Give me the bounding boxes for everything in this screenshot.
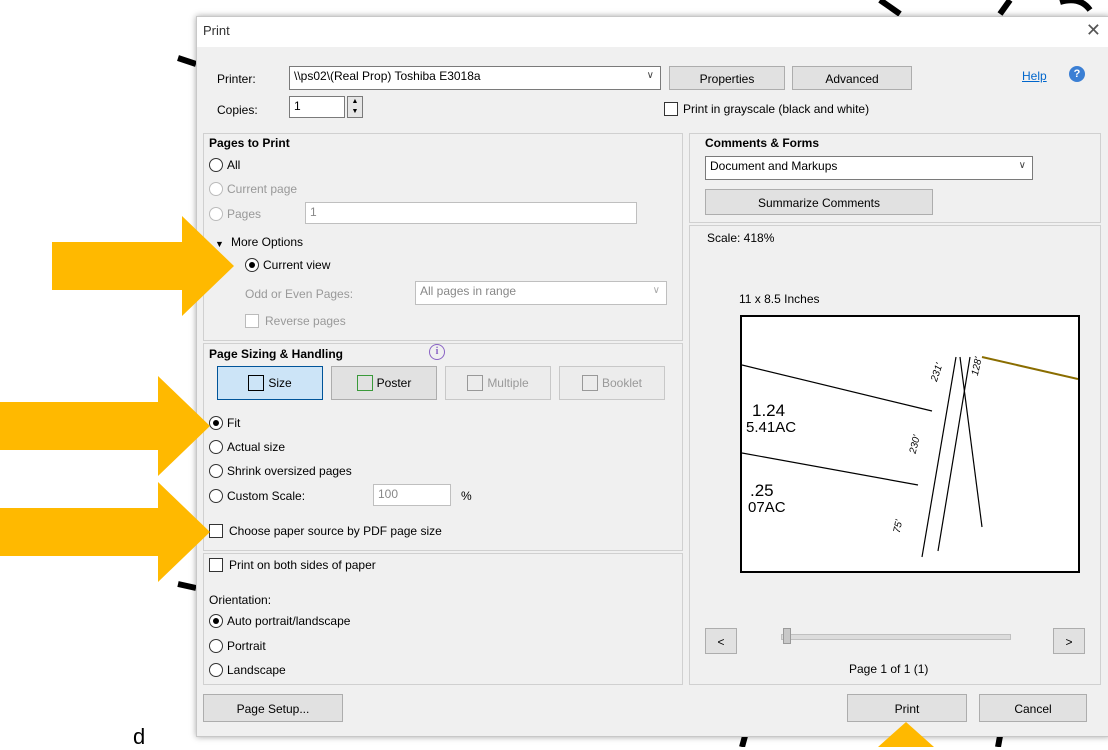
paper-source-label: Choose paper source by PDF page size: [229, 524, 442, 538]
copies-stepper[interactable]: ▲ ▼: [347, 96, 363, 118]
orientation-label: Orientation:: [209, 593, 272, 607]
landscape-radio[interactable]: [209, 663, 223, 677]
comments-value: Document and Markups: [710, 159, 838, 173]
printer-select[interactable]: \\ps02\(Real Prop) Toshiba E3018a ∨: [289, 66, 661, 90]
grayscale-checkbox[interactable]: [664, 102, 678, 116]
parcel-number-1: 1.24: [752, 401, 786, 420]
help-icon[interactable]: ?: [1069, 66, 1085, 82]
info-icon[interactable]: i: [429, 344, 445, 360]
pages-label: Pages: [227, 207, 262, 221]
summarize-comments-button[interactable]: Summarize Comments: [705, 189, 933, 215]
landscape-label: Landscape: [227, 663, 286, 677]
stray-letter: d: [133, 724, 146, 749]
close-icon[interactable]: ✕: [1086, 20, 1101, 41]
paper-source-checkbox[interactable]: [209, 524, 223, 538]
poster-tile-button[interactable]: Poster: [331, 366, 437, 400]
copies-label: Copies:: [217, 103, 258, 117]
prev-page-button[interactable]: <: [705, 628, 737, 654]
reverse-pages-label: Reverse pages: [265, 314, 346, 328]
portrait-radio[interactable]: [209, 639, 223, 653]
custom-scale-input[interactable]: 100: [373, 484, 451, 506]
next-page-button[interactable]: >: [1053, 628, 1085, 654]
properties-button[interactable]: Properties: [669, 66, 785, 90]
current-view-radio[interactable]: [245, 258, 259, 272]
poster-label: Poster: [376, 376, 412, 390]
print-preview: 1.24 5.41AC .25 07AC 231' 128' 230' 75': [740, 315, 1080, 573]
print-button[interactable]: Print: [847, 694, 967, 722]
pages-range-input[interactable]: 1: [305, 202, 637, 224]
actual-size-radio[interactable]: [209, 440, 223, 454]
current-page-label: Current page: [227, 182, 298, 196]
percent-label: %: [461, 489, 472, 503]
parcel-acreage-2: 07AC: [748, 499, 786, 516]
shrink-radio[interactable]: [209, 464, 223, 478]
booklet-label: Booklet: [601, 376, 643, 390]
booklet-icon: [581, 374, 598, 391]
duplex-label: Print on both sides of paper: [229, 558, 376, 572]
current-page-radio[interactable]: [209, 182, 223, 196]
size-label: Size: [268, 376, 292, 390]
cancel-button[interactable]: Cancel: [979, 694, 1087, 722]
comments-select[interactable]: Document and Markups ∨: [705, 156, 1033, 180]
parcel-acreage-1: 5.41AC: [746, 419, 797, 436]
print-dialog: Print ✕ Printer: \\ps02\(Real Prop) Tosh…: [196, 16, 1108, 737]
portrait-label: Portrait: [227, 639, 266, 653]
chevron-down-icon: ∨: [1018, 160, 1026, 171]
page-sizing-header: Page Sizing & Handling: [209, 347, 344, 361]
booklet-tile-button[interactable]: Booklet: [559, 366, 665, 400]
auto-orientation-label: Auto portrait/landscape: [227, 614, 351, 628]
all-label: All: [227, 158, 241, 172]
current-view-label: Current view: [263, 258, 331, 272]
advanced-button[interactable]: Advanced: [792, 66, 912, 90]
multiple-icon: [467, 374, 484, 391]
duplex-checkbox[interactable]: [209, 558, 223, 572]
all-radio[interactable]: [209, 158, 223, 172]
grayscale-label: Print in grayscale (black and white): [683, 102, 870, 116]
pages-radio[interactable]: [209, 207, 223, 221]
printer-value: \\ps02\(Real Prop) Toshiba E3018a: [294, 69, 481, 83]
custom-scale-radio[interactable]: [209, 489, 223, 503]
pages-to-print-header: Pages to Print: [209, 136, 290, 150]
odd-even-select[interactable]: All pages in range ∨: [415, 281, 667, 305]
page-setup-button[interactable]: Page Setup...: [203, 694, 343, 722]
custom-scale-label: Custom Scale:: [227, 489, 306, 503]
chevron-down-icon: ∨: [652, 285, 660, 296]
pages-range-value: 1: [310, 205, 317, 219]
reverse-pages-checkbox[interactable]: [245, 314, 259, 328]
odd-even-value: All pages in range: [420, 284, 517, 298]
paper-size-readout: 11 x 8.5 Inches: [739, 292, 820, 306]
fit-label: Fit: [227, 416, 241, 430]
odd-even-label: Odd or Even Pages:: [245, 287, 354, 301]
copies-value: 1: [294, 99, 301, 113]
copies-input[interactable]: 1: [289, 96, 345, 118]
poster-icon: [356, 374, 373, 391]
comments-header: Comments & Forms: [705, 136, 820, 150]
triangle-down-icon: ▼: [215, 239, 224, 249]
custom-scale-value: 100: [378, 487, 399, 501]
page-slider-handle[interactable]: [783, 628, 791, 644]
shrink-label: Shrink oversized pages: [227, 464, 352, 478]
printer-label: Printer:: [217, 72, 256, 86]
dialog-title: Print: [203, 23, 230, 38]
auto-orientation-radio[interactable]: [209, 614, 223, 628]
multiple-label: Multiple: [487, 376, 529, 390]
actual-size-label: Actual size: [227, 440, 286, 454]
size-icon: [248, 374, 265, 391]
chevron-down-icon: ∨: [646, 70, 654, 81]
help-link[interactable]: Help: [1022, 69, 1047, 83]
title-bar: Print ✕: [197, 17, 1108, 47]
more-options-toggle[interactable]: More Options: [231, 235, 303, 249]
page-slider-track[interactable]: [781, 634, 1011, 640]
size-tile-button[interactable]: Size: [217, 366, 323, 400]
multiple-tile-button[interactable]: Multiple: [445, 366, 551, 400]
fit-radio[interactable]: [209, 416, 223, 430]
parcel-number-2: .25: [750, 481, 774, 500]
scale-readout: Scale: 418%: [707, 231, 775, 245]
page-status: Page 1 of 1 (1): [849, 662, 929, 676]
